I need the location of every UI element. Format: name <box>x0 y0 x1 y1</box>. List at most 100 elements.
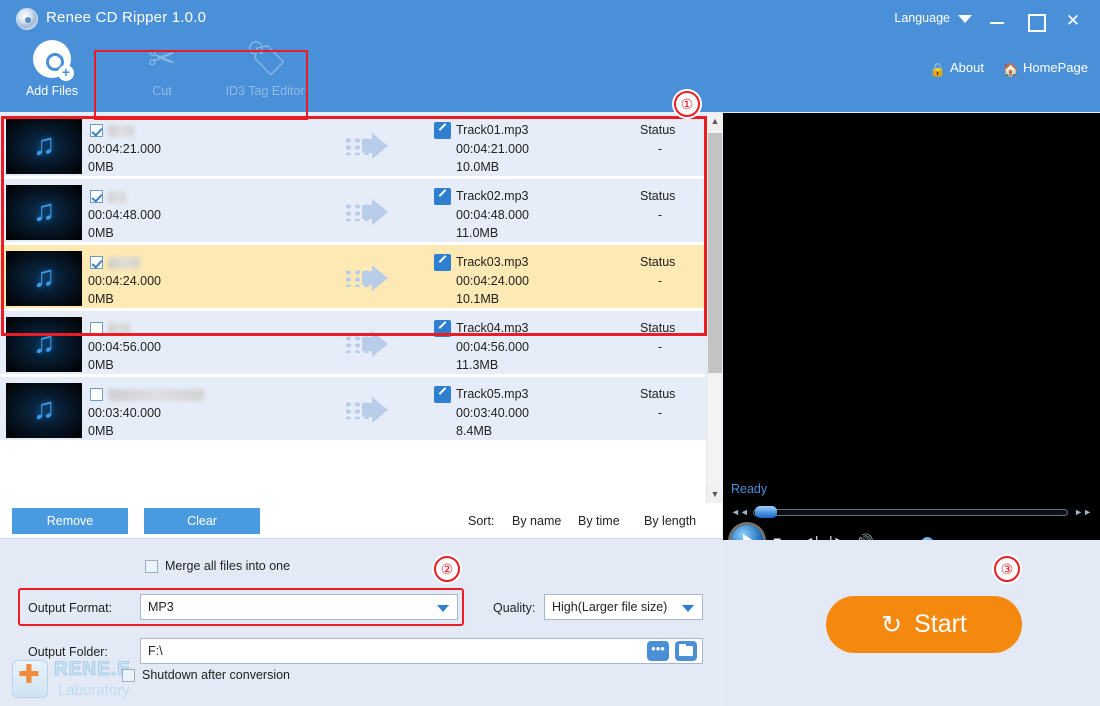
output-filesize: 10.0MB <box>456 160 500 174</box>
toolbar-item-label: ID3 Tag Editor <box>225 84 305 98</box>
status-header: Status <box>640 321 676 335</box>
status-value: - <box>657 406 663 420</box>
sort-by-time-button[interactable]: By time <box>578 514 620 528</box>
file-list[interactable]: ♫ 00:04:21.000 0MB Track01.mp3 00:04:21.000 1… <box>0 113 722 503</box>
seek-thumb[interactable] <box>755 506 777 518</box>
scroll-down-icon[interactable]: ▼ <box>707 486 723 503</box>
seek-track[interactable] <box>753 509 1068 516</box>
convert-arrow-icon <box>344 397 414 423</box>
redacted-filename <box>108 257 140 269</box>
row-checkbox[interactable] <box>90 124 103 137</box>
annotation-badge-1: ① <box>674 91 700 117</box>
edit-icon[interactable] <box>434 254 451 271</box>
edit-icon[interactable] <box>434 188 451 205</box>
toolbar-item-id3-tag-editor[interactable]: 🏷 ID3 Tag Editor <box>200 40 330 98</box>
annotation-badge-2: ② <box>434 556 460 582</box>
file-list-scrollbar[interactable]: ▲ ▼ <box>706 113 723 503</box>
watermark-logo: RENE.E Laboratory <box>8 658 158 702</box>
seek-bar[interactable]: ◄◄ ►► <box>723 503 1100 521</box>
scroll-up-icon[interactable]: ▲ <box>707 113 723 130</box>
table-row[interactable]: ♫ 00:04:48.000 0MB Track02.mp3 00:04:48.000 1… <box>0 179 722 245</box>
toolbar-item-label: Add Files <box>25 84 79 98</box>
app-window: Renee CD Ripper 1.0.0 Language ✕ Add Fil… <box>0 0 1100 706</box>
output-duration: 00:03:40.000 <box>456 406 529 420</box>
refresh-icon: ↻ <box>881 610 903 639</box>
merge-files-label: Merge all files into one <box>165 559 291 573</box>
player-status-text: Ready <box>731 482 768 496</box>
table-row[interactable]: ♫ 00:04:21.000 0MB Track01.mp3 00:04:21.000 1… <box>0 113 722 179</box>
table-row[interactable]: ♫ 00:04:56.000 0MB Track04.mp3 00:04:56.000 1… <box>0 311 722 377</box>
music-thumbnail-icon: ♫ <box>6 119 82 174</box>
row-checkbox[interactable] <box>90 322 103 335</box>
rewind-icon[interactable]: ◄◄ <box>731 507 749 517</box>
quality-value: High(Larger file size) <box>552 600 668 614</box>
redacted-filename <box>108 323 130 335</box>
close-button[interactable]: ✕ <box>1058 8 1088 34</box>
start-panel: ↻ Start <box>723 540 1100 706</box>
output-filename: Track03.mp3 <box>456 255 529 269</box>
row-checkbox[interactable] <box>90 256 103 269</box>
minimize-button[interactable] <box>982 8 1012 34</box>
source-filesize: 0MB <box>88 424 114 438</box>
ellipsis-icon[interactable]: ••• <box>647 641 669 661</box>
convert-arrow-icon <box>344 331 414 357</box>
folder-icon[interactable] <box>675 641 697 661</box>
remove-button[interactable]: Remove <box>12 508 128 534</box>
chevron-down-icon[interactable] <box>958 15 972 23</box>
music-note-icon: ♫ <box>32 260 56 294</box>
convert-arrow-icon <box>344 133 414 159</box>
about-link[interactable]: 🔒 About <box>930 60 984 78</box>
music-thumbnail-icon: ♫ <box>6 185 82 240</box>
annotation-badge-3: ③ <box>994 556 1020 582</box>
row-checkbox[interactable] <box>90 388 103 401</box>
scrollbar-thumb[interactable] <box>708 133 722 373</box>
table-row[interactable]: ♫ 00:03:40.000 0MB Track05.mp3 00:03:40.000 8… <box>0 377 722 443</box>
music-note-icon: ♫ <box>32 392 56 426</box>
table-row[interactable]: ♫ 00:04:24.000 0MB Track03.mp3 00:04:24.000 1… <box>0 245 722 311</box>
output-filesize: 8.4MB <box>456 424 493 438</box>
toolbar-item-add-files[interactable]: Add Files <box>2 40 102 98</box>
maximize-button[interactable] <box>1020 8 1050 34</box>
output-duration: 00:04:48.000 <box>456 208 529 222</box>
shutdown-after-conversion-checkbox[interactable] <box>122 669 135 682</box>
toolbar-item-cut[interactable]: ✂ Cut <box>112 40 212 98</box>
sort-by-name-button[interactable]: By name <box>512 514 561 528</box>
toolbar-item-label: Cut <box>152 84 172 98</box>
output-format-select[interactable]: MP3 <box>140 594 458 620</box>
source-duration: 00:04:56.000 <box>88 340 161 354</box>
file-list-toolbar: Remove Clear Sort: By name By time By le… <box>0 503 722 539</box>
add-disc-icon <box>33 40 74 81</box>
edit-icon[interactable] <box>434 320 451 337</box>
music-note-icon: ♫ <box>32 128 56 162</box>
status-header: Status <box>640 255 676 269</box>
redacted-filename <box>108 125 134 137</box>
title-bar: Renee CD Ripper 1.0.0 Language ✕ Add Fil… <box>0 0 1100 112</box>
sort-by-length-button[interactable]: By length <box>644 514 696 528</box>
start-button[interactable]: ↻ Start <box>826 596 1022 653</box>
output-filename: Track04.mp3 <box>456 321 529 335</box>
red-cross-icon <box>12 659 48 698</box>
status-value: - <box>657 208 663 222</box>
source-filesize: 0MB <box>88 292 114 306</box>
cd-disc-icon <box>16 8 38 30</box>
video-preview-panel[interactable]: Ready ◄◄ ►► ■ ◄| |► 🔊 <box>723 113 1100 561</box>
music-note-icon: ♫ <box>32 194 56 228</box>
output-filesize: 10.1MB <box>456 292 500 306</box>
output-duration: 00:04:21.000 <box>456 142 529 156</box>
merge-files-checkbox[interactable] <box>145 560 158 573</box>
language-selector[interactable]: Language <box>894 11 950 25</box>
source-filesize: 0MB <box>88 160 114 174</box>
edit-icon[interactable] <box>434 386 451 403</box>
sort-label: Sort: <box>468 514 495 528</box>
fast-forward-icon[interactable]: ►► <box>1074 507 1092 517</box>
row-checkbox[interactable] <box>90 190 103 203</box>
quality-label: Quality: <box>493 601 536 615</box>
quality-select[interactable]: High(Larger file size) <box>544 594 703 620</box>
output-folder-input[interactable]: F:\ <box>140 638 703 664</box>
redacted-filename <box>108 389 204 401</box>
edit-icon[interactable] <box>434 122 451 139</box>
homepage-link[interactable]: 🏠 HomePage <box>1003 60 1088 78</box>
start-button-label: Start <box>914 609 967 638</box>
output-format-label: Output Format: <box>28 601 113 615</box>
clear-button[interactable]: Clear <box>144 508 260 534</box>
